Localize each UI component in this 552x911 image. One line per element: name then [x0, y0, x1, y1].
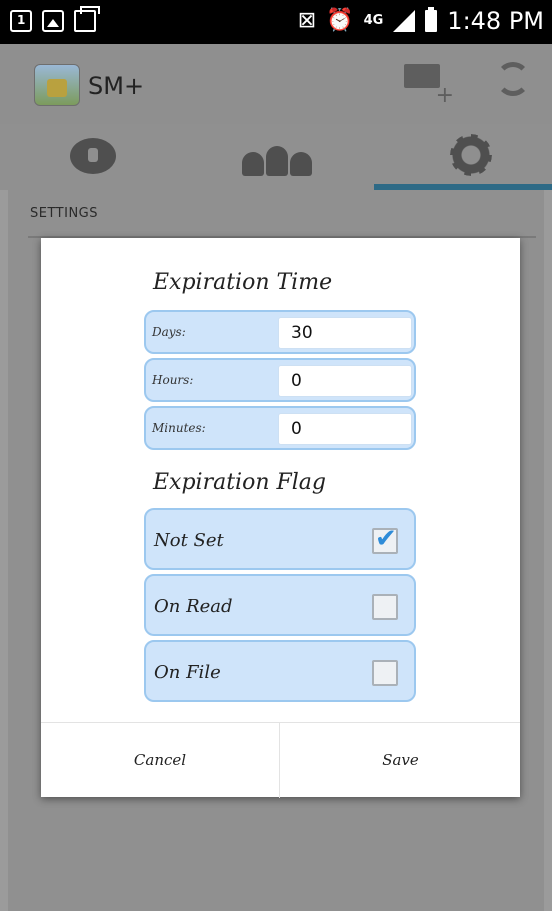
app-title: SM+ — [88, 72, 145, 100]
image-icon — [42, 10, 64, 32]
status-bar: ⊠ ⏰ 4G 1:48 PM — [0, 0, 552, 44]
flag-on-read-checkbox[interactable] — [372, 594, 398, 620]
status-time: 1:48 PM — [447, 7, 544, 35]
flag-on-read-row[interactable]: On Read — [144, 574, 416, 636]
tab-settings[interactable] — [368, 124, 552, 190]
message-lock-icon — [70, 138, 116, 174]
app-bar: SM+ — [0, 44, 552, 124]
tab-contacts[interactable] — [184, 124, 368, 190]
contacts-icon — [242, 138, 312, 176]
tab-messages[interactable] — [0, 124, 184, 190]
hours-input[interactable]: 0 — [278, 365, 412, 397]
minutes-label: Minutes: — [152, 421, 206, 435]
flag-on-file-label: On File — [154, 662, 221, 683]
cards-icon — [74, 6, 100, 32]
cancel-button[interactable]: Cancel — [41, 723, 280, 798]
refresh-icon[interactable] — [496, 62, 530, 96]
flag-on-read-label: On Read — [154, 596, 233, 617]
alarm-icon: ⏰ — [326, 8, 354, 33]
app-logo[interactable] — [34, 64, 80, 106]
days-row: Days: 30 — [144, 310, 416, 354]
notification-1-icon — [10, 10, 32, 32]
settings-gear-icon — [450, 134, 492, 176]
status-right-icons: ⊠ ⏰ 4G 1:48 PM — [297, 7, 544, 35]
save-button[interactable]: Save — [281, 723, 520, 798]
flag-not-set-label: Not Set — [154, 530, 224, 551]
hours-row: Hours: 0 — [144, 358, 416, 402]
battery-icon — [425, 7, 438, 32]
dialog-button-bar: Cancel Save — [41, 722, 520, 798]
days-label: Days: — [152, 325, 186, 339]
signal-icon — [393, 10, 416, 32]
status-left-icons — [10, 6, 100, 32]
compose-mail-icon[interactable] — [404, 64, 454, 108]
flag-not-set-row[interactable]: Not Set — [144, 508, 416, 570]
expiration-flag-title: Expiration Flag — [153, 470, 327, 495]
nfc-icon: ⊠ — [297, 8, 317, 33]
minutes-input[interactable]: 0 — [278, 413, 412, 445]
section-header: SETTINGS — [30, 206, 99, 221]
hours-label: Hours: — [152, 373, 194, 387]
expiration-dialog: Expiration Time Days: 30 Hours: 0 Minute… — [41, 238, 520, 798]
network-4g-icon: 4G — [363, 13, 384, 28]
minutes-row: Minutes: 0 — [144, 406, 416, 450]
expiration-time-title: Expiration Time — [153, 270, 333, 295]
tab-bar — [0, 124, 552, 190]
flag-on-file-row[interactable]: On File — [144, 640, 416, 702]
flag-not-set-checkbox[interactable] — [372, 524, 398, 554]
days-input[interactable]: 30 — [278, 317, 412, 349]
flag-on-file-checkbox[interactable] — [372, 660, 398, 686]
